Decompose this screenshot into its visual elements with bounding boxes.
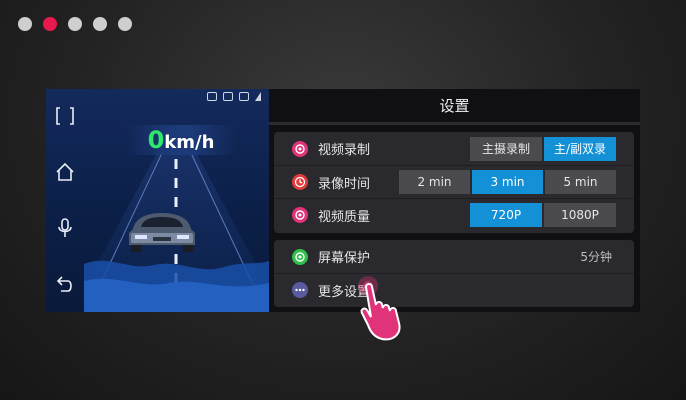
video-quality-row: 视频质量 720P 1080P: [274, 198, 634, 231]
device-screen: 0km/h 设置 视频录制 主摄录制 主/副双录 录像时间 2 min 3 mi…: [46, 89, 640, 312]
page-dot[interactable]: [93, 17, 107, 31]
page-dot-active[interactable]: [43, 17, 57, 31]
video-quality-selector: 720P 1080P: [470, 203, 616, 227]
video-quality-icon: [292, 207, 308, 223]
page-dot[interactable]: [18, 17, 32, 31]
home-icon[interactable]: [54, 161, 76, 183]
dashcam-preview-panel: 0km/h: [46, 89, 269, 312]
general-settings-card: 屏幕保护 5分钟 更多设置: [274, 240, 634, 307]
video-quality-label: 视频质量: [318, 209, 371, 225]
tap-hand-icon: [358, 276, 401, 341]
back-icon[interactable]: [54, 273, 76, 295]
speed-value: 0: [147, 126, 165, 154]
option-main-camera[interactable]: 主摄录制: [470, 136, 542, 161]
cast-icon: [223, 92, 233, 101]
screensaver-row[interactable]: 屏幕保护 5分钟: [274, 240, 634, 273]
hotspot-icon: [239, 92, 249, 101]
microphone-icon[interactable]: [54, 217, 76, 239]
recording-settings-card: 视频录制 主摄录制 主/副双录 录像时间 2 min 3 min 5 min 视…: [274, 132, 634, 233]
left-nav-bar: [46, 89, 84, 312]
settings-title: 设置: [269, 89, 640, 125]
recording-time-selector: 2 min 3 min 5 min: [399, 170, 616, 194]
speed-display: 0km/h: [126, 125, 236, 155]
page-indicator: [18, 17, 132, 31]
screensaver-value: 5分钟: [580, 250, 612, 264]
recording-time-row: 录像时间 2 min 3 min 5 min: [274, 165, 634, 198]
more-icon: [292, 282, 308, 298]
option-3-min[interactable]: 3 min: [472, 170, 543, 194]
option-720p[interactable]: 720P: [470, 203, 542, 227]
more-settings-row[interactable]: 更多设置: [274, 273, 634, 306]
screensaver-icon: [292, 248, 308, 265]
sim-icon: [207, 92, 217, 101]
screensaver-label: 屏幕保护: [318, 251, 371, 266]
video-recording-icon: [292, 140, 308, 157]
video-recording-label: 视频录制: [318, 143, 371, 158]
option-2-min[interactable]: 2 min: [399, 170, 470, 194]
clock-icon: [292, 174, 308, 190]
page-dot[interactable]: [68, 17, 82, 31]
speed-unit: km/h: [164, 132, 215, 153]
car-illustration: [129, 213, 195, 252]
video-recording-row: 视频录制 主摄录制 主/副双录: [274, 132, 634, 165]
option-dual-camera[interactable]: 主/副双录: [544, 136, 616, 161]
location-icon: [255, 92, 261, 101]
option-5-min[interactable]: 5 min: [545, 170, 616, 194]
road-background: [84, 149, 269, 312]
status-bar: [207, 92, 261, 101]
option-1080p[interactable]: 1080P: [544, 203, 616, 227]
fullscreen-icon[interactable]: [54, 105, 76, 127]
recording-time-label: 录像时间: [318, 176, 371, 192]
settings-panel: 设置 视频录制 主摄录制 主/副双录 录像时间 2 min 3 min 5 mi…: [269, 89, 640, 312]
video-recording-selector: 主摄录制 主/副双录: [470, 136, 616, 161]
page-dot[interactable]: [118, 17, 132, 31]
